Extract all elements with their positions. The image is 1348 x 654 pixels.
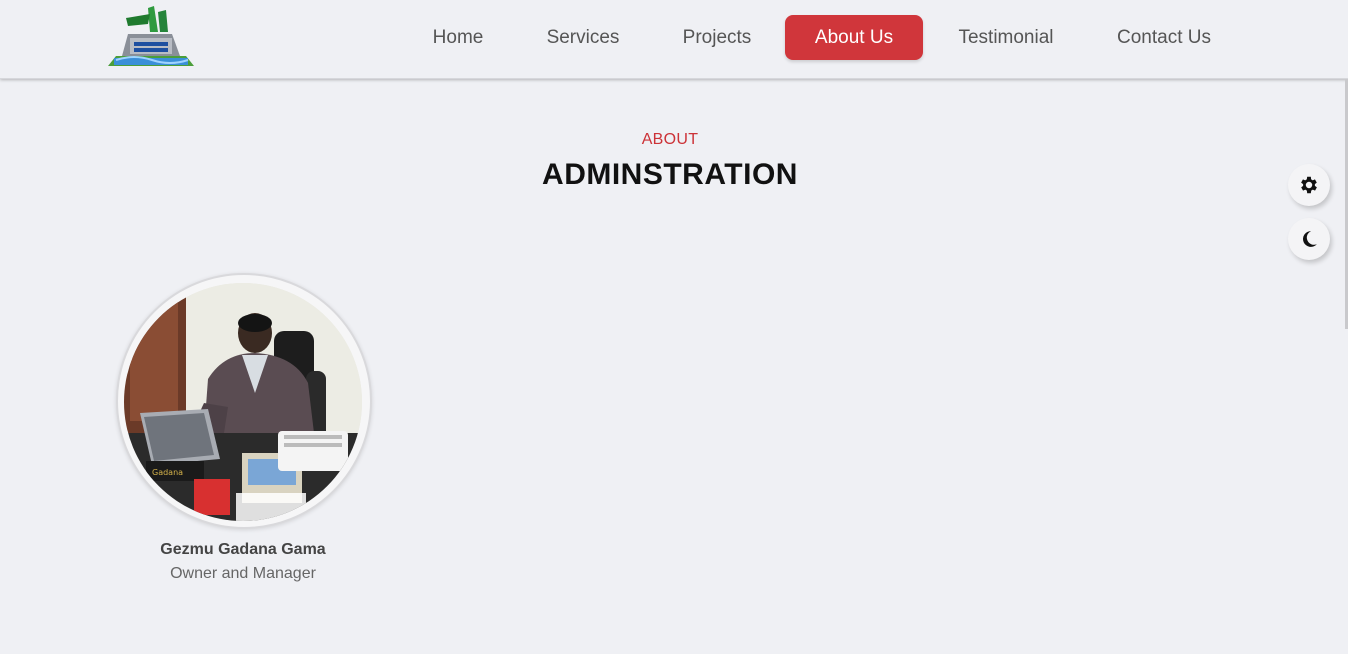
theme-toggle-button[interactable] bbox=[1288, 218, 1330, 260]
section-eyebrow: ABOUT bbox=[641, 131, 699, 148]
nav-projects[interactable]: Projects bbox=[670, 15, 764, 60]
nav-about-us[interactable]: About Us bbox=[785, 15, 923, 60]
profile-photo: Gadana bbox=[124, 283, 362, 521]
nav-home[interactable]: Home bbox=[418, 15, 498, 60]
settings-button[interactable] bbox=[1288, 164, 1330, 206]
gear-icon bbox=[1301, 176, 1317, 194]
nav-contact-us[interactable]: Contact Us bbox=[1104, 15, 1224, 60]
nav-testimonial[interactable]: Testimonial bbox=[944, 15, 1068, 60]
team-member-role: Owner and Manager bbox=[170, 565, 316, 582]
company-logo[interactable] bbox=[104, 4, 198, 70]
team-member-name: Gezmu Gadana Gama bbox=[160, 541, 326, 558]
svg-text:Gadana: Gadana bbox=[152, 468, 183, 477]
section-title: ADMINSTRATION bbox=[542, 158, 798, 191]
moon-icon bbox=[1303, 231, 1317, 247]
top-navbar: Home Services Projects About Us Testimon… bbox=[0, 0, 1348, 79]
nav-services[interactable]: Services bbox=[533, 15, 633, 60]
